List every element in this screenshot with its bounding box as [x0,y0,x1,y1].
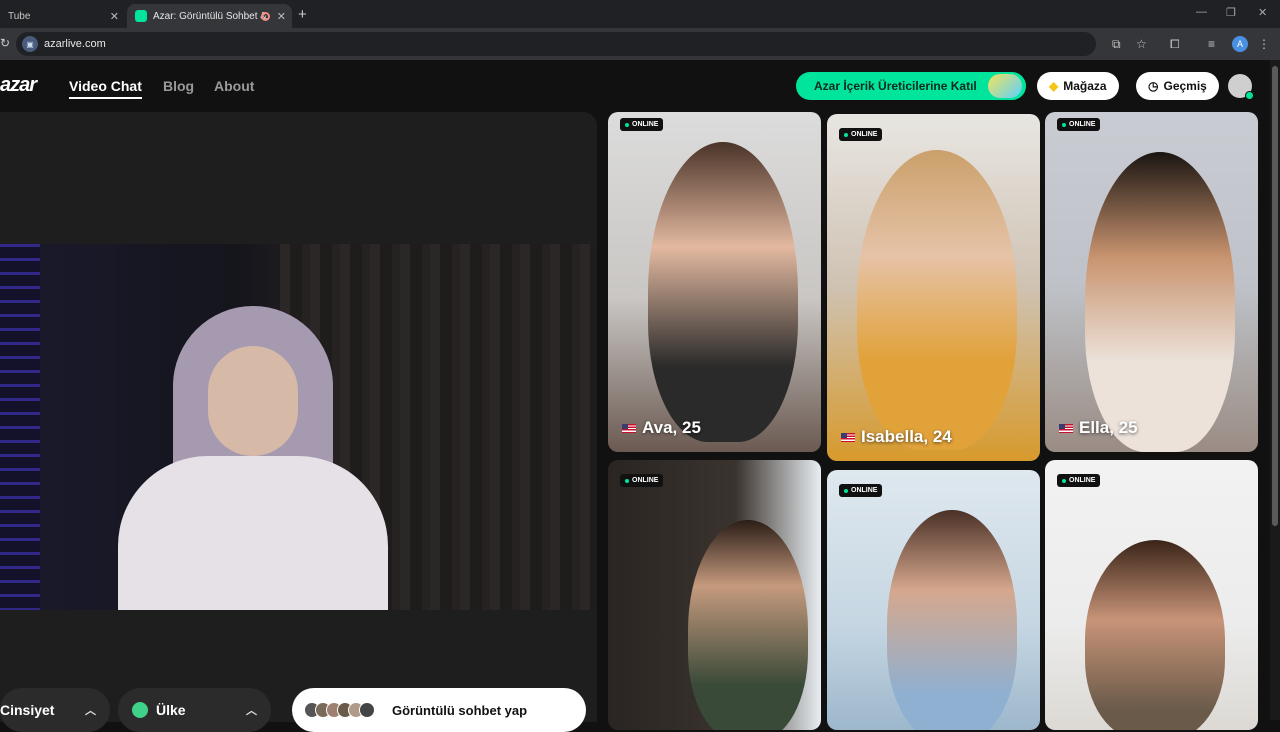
online-badge: ONLINE [839,484,883,497]
profile-avatar[interactable]: A [1232,36,1248,52]
gender-filter-label: Cinsiyet [0,702,55,718]
profile-name-text: Ava, 25 [642,418,701,437]
address-toolbar: ↻ ▣ azarlive.com ⧉ ☆ ⧠ ≡ ⋮ [0,28,1280,60]
browser-tab-azar[interactable]: Azar: Görüntülü Sohbet & ✕ [127,4,292,28]
profile-name: Ava, 25 [622,418,701,438]
profile-card[interactable]: ONLINE Ava, 25 [608,112,821,452]
site-info-icon[interactable]: ▣ [22,36,38,52]
person-hoodie [118,456,388,610]
browser-tab-strip: Tube ✕ Azar: Görüntülü Sohbet & ✕ + — ❐ … [0,0,1280,28]
led-lights [0,244,40,610]
creator-decoration-icon [988,74,1022,98]
bookmark-star-icon[interactable]: ☆ [1136,37,1147,51]
history-button[interactable]: ◷ Geçmiş [1136,72,1219,100]
profile-card[interactable]: ONLINE [608,460,821,730]
profile-name-text: Ella, 25 [1079,418,1138,437]
status-dot [1245,91,1254,100]
scrollbar-thumb[interactable] [1272,66,1278,526]
url-text[interactable]: azarlive.com [44,38,106,50]
start-video-chat-label: Görüntülü sohbet yap [392,702,528,718]
video-chat-panel [0,112,597,722]
profile-photo [688,520,808,730]
recording-indicator-icon [261,11,270,21]
profile-card[interactable]: ONLINE Ella, 25 [1045,112,1258,452]
profile-name: Isabella, 24 [841,427,952,447]
person-face [208,346,298,456]
join-creators-button[interactable]: Azar İçerik Üreticilerine Katıl [796,72,1026,100]
clock-icon: ◷ [1148,79,1159,93]
country-filter-dropdown[interactable]: Ülke ︿ [118,688,271,732]
profile-card[interactable]: ONLINE Isabella, 24 [827,114,1040,461]
site-header: azar Video Chat Blog About Azar İçerik Ü… [0,60,1270,112]
profile-photo [887,510,1017,730]
omnibox[interactable]: ▣ azarlive.com [16,32,1096,56]
azar-favicon-icon [135,10,147,22]
online-badge: ONLINE [620,474,664,487]
azar-page: azar Video Chat Blog About Azar İçerik Ü… [0,60,1280,732]
azar-logo[interactable]: azar [0,74,37,97]
online-badge: ONLINE [1057,118,1101,131]
extensions-icon[interactable]: ⧠ [1170,37,1180,52]
page-scrollbar[interactable] [1270,60,1280,720]
face-avatar [359,702,375,718]
diamond-icon: ◆ [1049,79,1059,93]
close-icon[interactable]: ✕ [110,10,119,23]
profile-name-text: Isabella, 24 [861,427,952,446]
local-camera-preview [0,244,597,610]
install-app-icon[interactable]: ⧉ [1112,37,1121,52]
us-flag-icon [622,423,636,433]
globe-icon [132,702,148,718]
close-icon[interactable]: ✕ [277,10,286,23]
new-tab-icon[interactable]: + [298,6,307,23]
us-flag-icon [841,432,855,442]
user-faces-stack [304,702,375,718]
chevron-up-icon: ︿ [246,705,257,717]
country-filter-label: Ülke [156,702,186,718]
chevron-up-icon: ︿ [85,705,96,717]
tab-title: Tube [8,10,31,22]
start-video-chat-button[interactable]: Görüntülü sohbet yap [292,688,586,732]
online-badge: ONLINE [620,118,664,131]
join-creators-label: Azar İçerik Üreticilerine Katıl [814,79,977,93]
nav-blog[interactable]: Blog [163,78,194,94]
profile-photo [1085,540,1225,730]
online-badge: ONLINE [839,128,883,141]
camera-person [118,306,388,610]
nav-video-chat[interactable]: Video Chat [69,78,142,99]
browser-tab-youtube[interactable]: Tube ✕ [0,4,125,28]
store-label: Mağaza [1063,79,1107,93]
online-badge: ONLINE [1057,474,1101,487]
media-controls-icon[interactable]: ≡ [1208,37,1215,51]
maximize-icon[interactable]: ❐ [1226,6,1236,19]
store-button[interactable]: ◆ Mağaza [1037,72,1119,100]
history-label: Geçmiş [1163,79,1207,93]
profile-photo [857,150,1017,450]
nav-about[interactable]: About [214,78,254,94]
tab-title: Azar: Görüntülü Sohbet & [153,10,267,22]
profile-card-grid: ONLINE Ava, 25 ONLINE Isabella, 24 ONLIN… [608,112,1260,730]
reload-icon[interactable]: ↻ [0,36,10,50]
us-flag-icon [1059,423,1073,433]
profile-photo [1085,152,1235,452]
profile-name: Ella, 25 [1059,418,1138,438]
profile-card[interactable]: ONLINE [1045,460,1258,730]
gender-filter-dropdown[interactable]: Cinsiyet ︿ [0,688,110,732]
profile-photo [648,142,798,442]
minimize-icon[interactable]: — [1196,6,1207,18]
profile-card[interactable]: ONLINE [827,470,1040,730]
window-close-icon[interactable]: ✕ [1258,6,1267,19]
menu-kebab-icon[interactable]: ⋮ [1258,37,1270,51]
user-avatar-icon[interactable] [1228,74,1254,100]
